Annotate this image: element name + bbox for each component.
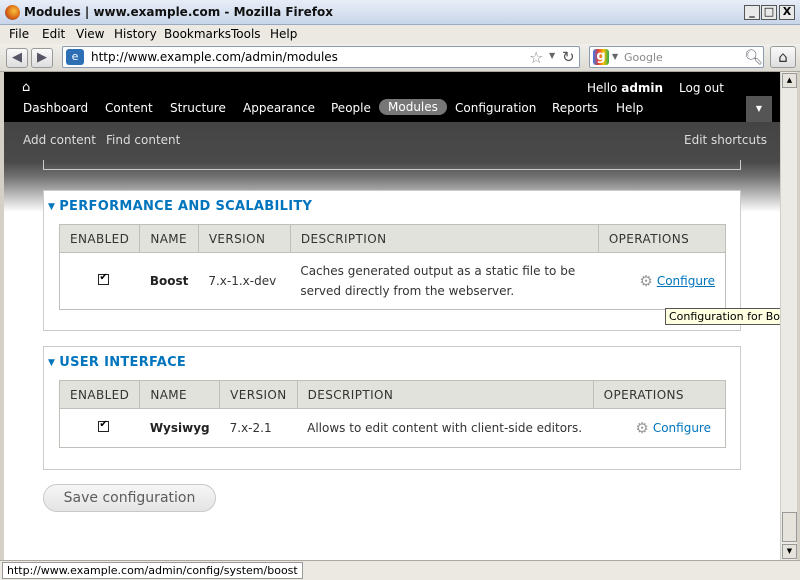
- gear-icon: ⚙: [635, 419, 649, 437]
- search-icon[interactable]: 🔍︎: [744, 48, 763, 66]
- col-version: VERSION: [197, 224, 291, 253]
- fieldset-legend[interactable]: ▼ PERFORMANCE AND SCALABILITY: [48, 199, 312, 214]
- home-button[interactable]: ⌂: [770, 46, 796, 68]
- url-dropdown-icon[interactable]: ▼: [549, 51, 555, 60]
- menu-edit[interactable]: Edit: [42, 27, 65, 41]
- modules-table: ENABLED NAME VERSION DESCRIPTION OPERATI…: [58, 224, 727, 310]
- menu-content[interactable]: Content: [105, 101, 153, 115]
- status-url: http://www.example.com/admin/config/syst…: [2, 562, 303, 579]
- col-enabled: ENABLED: [58, 380, 141, 409]
- tooltip: Configuration for Boost.: [665, 308, 780, 325]
- fieldset-legend[interactable]: ▼ USER INTERFACE: [48, 355, 186, 370]
- menu-reports[interactable]: Reports: [552, 101, 598, 115]
- google-icon[interactable]: g: [593, 49, 609, 65]
- scroll-thumb[interactable]: [782, 512, 797, 542]
- configure-link[interactable]: Configure: [653, 421, 711, 435]
- menu-appearance[interactable]: Appearance: [243, 101, 315, 115]
- collapse-arrow-icon: ▼: [48, 202, 56, 212]
- module-version: 7.x-2.1: [229, 421, 272, 435]
- search-placeholder: Google: [624, 51, 663, 64]
- vertical-scrollbar[interactable]: ▲ ▼: [780, 72, 797, 562]
- close-button[interactable]: X: [779, 5, 795, 20]
- reload-icon[interactable]: ↻: [562, 48, 575, 66]
- menu-view[interactable]: View: [76, 27, 104, 41]
- url-bar[interactable]: e http://www.example.com/admin/modules ☆…: [62, 46, 580, 68]
- table-row: Wysiwyg 7.x-2.1 Allows to edit content w…: [58, 408, 727, 448]
- configure-link[interactable]: Configure: [657, 274, 715, 288]
- scroll-up-icon[interactable]: ▲: [782, 73, 797, 88]
- search-engine-dropdown-icon[interactable]: ▼: [612, 52, 618, 61]
- fieldset-user-interface: ▼ USER INTERFACE ENABLED NAME VERSION DES…: [43, 346, 741, 470]
- status-bar: http://www.example.com/admin/config/syst…: [0, 560, 800, 580]
- forward-button[interactable]: ▶: [31, 48, 53, 68]
- enabled-checkbox[interactable]: [98, 419, 110, 432]
- username[interactable]: admin: [621, 81, 663, 95]
- module-name: Boost: [149, 274, 189, 288]
- col-operations: OPERATIONS: [597, 224, 727, 253]
- window-title: Modules | www.example.com - Mozilla Fire…: [24, 5, 333, 19]
- menu-tools[interactable]: Tools: [231, 27, 261, 41]
- scroll-down-icon[interactable]: ▼: [782, 544, 797, 559]
- col-enabled: ENABLED: [58, 224, 141, 253]
- edit-shortcuts-link[interactable]: Edit shortcuts: [684, 133, 767, 147]
- logout-link[interactable]: Log out: [679, 81, 724, 95]
- menu-modules[interactable]: Modules: [379, 99, 447, 115]
- menu-structure[interactable]: Structure: [170, 101, 226, 115]
- chevron-down-icon: ▼: [755, 104, 763, 113]
- firefox-icon: [5, 5, 20, 20]
- back-button[interactable]: ◀: [6, 48, 28, 68]
- menu-dashboard[interactable]: Dashboard: [23, 101, 88, 115]
- col-version: VERSION: [219, 380, 298, 409]
- col-name: NAME: [139, 224, 199, 253]
- menu-help[interactable]: Help: [616, 101, 643, 115]
- col-name: NAME: [139, 380, 221, 409]
- url-text: http://www.example.com/admin/modules: [91, 50, 338, 64]
- menu-file[interactable]: File: [9, 27, 29, 41]
- admin-toolbar: ⌂ Hello admin Log out Dashboard Content …: [4, 72, 780, 122]
- hello-user: Hello admin: [587, 81, 664, 95]
- bookmark-star-icon[interactable]: ☆: [529, 48, 543, 67]
- menu-bar: File Edit View History Bookmarks Tools H…: [0, 25, 800, 65]
- previous-fieldset-bottom: [43, 160, 741, 170]
- menu-bookmarks[interactable]: Bookmarks: [164, 27, 231, 41]
- window-titlebar: Modules | www.example.com - Mozilla Fire…: [0, 0, 800, 25]
- table-row: Boost 7.x-1.x-dev Caches generated outpu…: [58, 252, 727, 310]
- collapse-arrow-icon: ▼: [48, 358, 56, 368]
- col-operations: OPERATIONS: [592, 380, 727, 409]
- minimize-button[interactable]: _: [744, 5, 760, 20]
- shortcuts-toggle[interactable]: ▼: [746, 96, 772, 122]
- page-viewport: ⌂ Hello admin Log out Dashboard Content …: [4, 72, 780, 560]
- module-description: Caches generated output as a static file…: [300, 264, 576, 298]
- home-icon[interactable]: ⌂: [22, 80, 30, 95]
- menu-configuration[interactable]: Configuration: [455, 101, 536, 115]
- gear-icon: ⚙: [639, 272, 653, 290]
- enabled-checkbox[interactable]: [98, 272, 110, 285]
- module-description: Allows to edit content with client-side …: [307, 421, 583, 435]
- col-description: DESCRIPTION: [296, 380, 594, 409]
- modules-table: ENABLED NAME VERSION DESCRIPTION OPERATI…: [58, 380, 727, 448]
- shortcut-add-content[interactable]: Add content: [23, 133, 96, 147]
- search-bar[interactable]: g ▼ Google 🔍︎: [589, 46, 764, 68]
- module-name: Wysiwyg: [149, 421, 210, 435]
- menu-history[interactable]: History: [114, 27, 157, 41]
- fieldset-performance: ▼ PERFORMANCE AND SCALABILITY ENABLED NAM…: [43, 190, 741, 331]
- col-description: DESCRIPTION: [289, 224, 599, 253]
- menu-people[interactable]: People: [331, 101, 371, 115]
- maximize-button[interactable]: □: [761, 5, 777, 20]
- menu-help[interactable]: Help: [270, 27, 297, 41]
- module-version: 7.x-1.x-dev: [208, 274, 277, 288]
- site-icon: e: [66, 49, 84, 65]
- shortcut-find-content[interactable]: Find content: [106, 133, 180, 147]
- save-configuration-button[interactable]: Save configuration: [43, 484, 216, 512]
